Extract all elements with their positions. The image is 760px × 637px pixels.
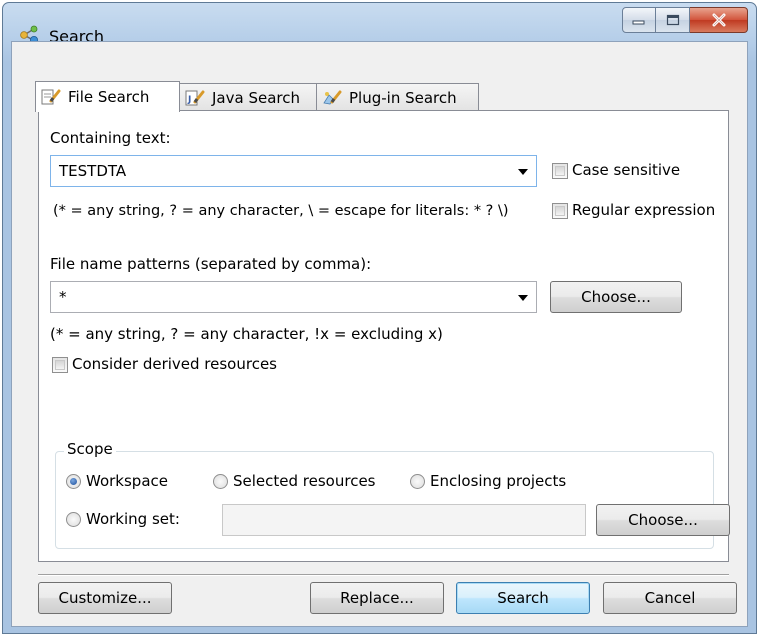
customize-button[interactable]: Customize... [38, 582, 172, 614]
enclosing-projects-radio[interactable] [410, 474, 425, 489]
regular-expression-label: Regular expression [572, 201, 716, 219]
consider-derived-label: Consider derived resources [72, 355, 277, 373]
java-search-icon: J [185, 90, 205, 105]
tab-file-search[interactable]: File Search [35, 81, 180, 112]
close-icon [712, 13, 725, 27]
file-patterns-value: * [59, 288, 67, 306]
scope-title: Scope [64, 440, 116, 458]
cancel-button[interactable]: Cancel [603, 582, 737, 614]
file-patterns-combo[interactable]: * [50, 281, 537, 313]
enclosing-projects-label: Enclosing projects [430, 472, 567, 490]
regular-expression-checkbox[interactable] [552, 203, 568, 219]
case-sensitive-label: Case sensitive [572, 161, 681, 179]
working-set-label: Working set: [86, 510, 180, 528]
window-controls [622, 7, 748, 37]
containing-text-label: Containing text: [50, 129, 171, 147]
selected-resources-radio[interactable] [213, 474, 228, 489]
workspace-radio[interactable] [66, 474, 81, 489]
working-set-radio[interactable] [66, 512, 81, 527]
containing-text-value: TESTDTA [59, 162, 127, 180]
maximize-button[interactable] [656, 7, 690, 33]
consider-derived-checkbox[interactable] [52, 357, 68, 373]
file-patterns-hint: (* = any string, ? = any character, !x =… [50, 325, 443, 343]
tab-file-search-label: File Search [68, 88, 150, 106]
workspace-label: Workspace [86, 472, 168, 490]
working-set-field [222, 504, 586, 536]
chevron-down-icon[interactable] [518, 169, 528, 175]
footer-separator [38, 574, 729, 576]
search-dialog: Search File Search J Java Search Plug-in… [2, 2, 757, 634]
chevron-down-icon[interactable] [518, 295, 528, 301]
plugin-search-icon [323, 90, 342, 104]
tab-java-search-label: Java Search [212, 88, 300, 107]
tab-plugin-search-label: Plug-in Search [349, 88, 457, 107]
scope-group: Scope Workspace Selected resources Enclo… [55, 440, 730, 549]
maximize-icon [666, 14, 679, 26]
file-patterns-label: File name patterns (separated by comma): [50, 255, 372, 273]
case-sensitive-checkbox[interactable] [552, 163, 568, 179]
minimize-button[interactable] [622, 7, 656, 33]
close-button[interactable] [690, 7, 748, 33]
file-search-panel: Containing text: TESTDTA Case sensitive … [38, 110, 730, 562]
file-patterns-choose-button[interactable]: Choose... [550, 281, 682, 313]
file-search-icon [41, 89, 61, 105]
working-set-choose-button[interactable]: Choose... [596, 504, 730, 536]
containing-text-combo[interactable]: TESTDTA [50, 155, 537, 187]
containing-text-hint: (* = any string, ? = any character, \ = … [53, 203, 509, 219]
replace-button[interactable]: Replace... [310, 582, 444, 614]
tab-java-search[interactable]: J Java Search [179, 83, 317, 111]
search-button[interactable]: Search [456, 582, 590, 614]
minimize-icon [632, 20, 645, 25]
dialog-client-area: File Search J Java Search Plug-in Search… [11, 41, 748, 627]
tab-plugin-search[interactable]: Plug-in Search [316, 83, 479, 111]
svg-text:J: J [187, 95, 191, 105]
selected-resources-label: Selected resources [233, 472, 376, 490]
